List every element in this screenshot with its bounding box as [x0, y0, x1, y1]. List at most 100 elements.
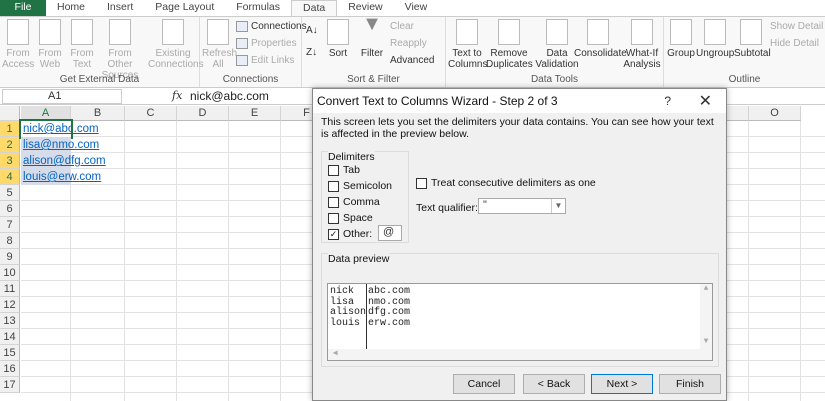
other-checkbox[interactable]: ✓ Other: — [328, 228, 372, 240]
tab-insert[interactable]: Insert — [96, 0, 144, 16]
select-all-corner[interactable] — [0, 106, 20, 121]
hide-detail-button[interactable]: Hide Detail — [770, 38, 819, 49]
row-header-2[interactable]: 2 — [0, 137, 20, 153]
row-header-15[interactable]: 15 — [0, 345, 20, 361]
row-header-13[interactable]: 13 — [0, 313, 20, 329]
cancel-button[interactable]: Cancel — [453, 374, 515, 394]
properties-icon — [236, 38, 248, 49]
from-other-sources-button[interactable]: From Other Sources — [96, 19, 144, 81]
consolidate-button[interactable]: Consolidate — [574, 19, 627, 59]
next-button[interactable]: Next > — [591, 374, 653, 394]
name-box[interactable]: A1 — [2, 89, 122, 104]
advanced-button[interactable]: Advanced — [390, 55, 434, 66]
group-label: Sort & Filter — [347, 74, 400, 85]
column-header-O[interactable]: O — [749, 106, 801, 121]
finish-button[interactable]: Finish — [659, 374, 721, 394]
row-header-12[interactable]: 12 — [0, 297, 20, 313]
row-header-11[interactable]: 11 — [0, 281, 20, 297]
cell-A3[interactable]: alison@dfg.com — [21, 153, 106, 169]
comma-checkbox[interactable]: Comma — [328, 196, 380, 208]
ungroup-button[interactable]: Ungroup — [696, 19, 734, 59]
filter-button[interactable]: ▼ Filter — [358, 14, 386, 59]
row-header-5[interactable]: 5 — [0, 185, 20, 201]
preview-column-2: abc.com nmo.com dfg.com erw.com — [368, 286, 411, 329]
column-header-B[interactable]: B — [71, 106, 125, 121]
row-header-4[interactable]: 4 — [0, 169, 20, 185]
ribbon-tabs: File Home Insert Page Layout Formulas Da… — [0, 0, 825, 16]
horizontal-scrollbar[interactable]: ◀ — [328, 349, 712, 360]
row-header-6[interactable]: 6 — [0, 201, 20, 217]
refresh-icon — [207, 19, 229, 45]
sort-a-z-button[interactable]: A↓ — [306, 25, 318, 36]
row-header-14[interactable]: 14 — [0, 329, 20, 345]
preview-cell: abc.com — [368, 286, 411, 297]
text-qualifier-select[interactable]: " ▼ — [478, 198, 566, 214]
row-header-9[interactable]: 9 — [0, 249, 20, 265]
tab-checkbox[interactable]: Tab — [328, 164, 360, 176]
cell-A1[interactable]: nick@abc.com — [19, 119, 99, 139]
fx-icon[interactable]: fx — [172, 89, 182, 102]
row-header-1[interactable]: 1 — [0, 121, 20, 137]
connections-button[interactable]: Connections — [236, 21, 307, 32]
sort-z-a-button[interactable]: Z↓ — [306, 47, 317, 58]
text-to-columns-button[interactable]: Text to Columns — [448, 19, 487, 70]
web-icon — [39, 19, 61, 45]
tab-file[interactable]: File — [0, 0, 46, 16]
what-if-icon — [631, 19, 653, 45]
row-header-16[interactable]: 16 — [0, 361, 20, 377]
group-button[interactable]: Group — [666, 19, 696, 59]
formula-input[interactable]: nick@abc.com — [190, 89, 269, 103]
close-button[interactable]: ✕ — [699, 91, 712, 111]
cell-A4[interactable]: louis@erw.com — [21, 169, 101, 185]
text-to-columns-dialog: Convert Text to Columns Wizard - Step 2 … — [312, 88, 727, 401]
space-checkbox[interactable]: Space — [328, 212, 373, 224]
other-delimiter-input[interactable]: @ — [378, 225, 402, 241]
group-sort-filter: A↓ Z↓ Sort ▼ Filter Clear Reapply Advance… — [302, 14, 446, 87]
what-if-analysis-button[interactable]: What-If Analysis — [622, 19, 662, 70]
existing-connections-button[interactable]: Existing Connections — [148, 19, 204, 70]
subtotal-button[interactable]: Subtotal — [734, 19, 771, 59]
cell-A2[interactable]: lisa@nmo.com — [21, 137, 99, 153]
help-button[interactable]: ? — [664, 94, 671, 108]
group-data-tools: Text to Columns Remove Duplicates Data V… — [446, 17, 664, 87]
column-header-E[interactable]: E — [229, 106, 281, 121]
dialog-description: This screen lets you set the delimiters … — [321, 116, 714, 140]
delimiters-label: Delimiters — [328, 151, 375, 163]
row-header-10[interactable]: 10 — [0, 265, 20, 281]
tab-view[interactable]: View — [394, 0, 439, 16]
row-header-3[interactable]: 3 — [0, 153, 20, 169]
tab-home[interactable]: Home — [46, 0, 96, 16]
edit-links-button[interactable]: Edit Links — [236, 55, 294, 66]
tab-data[interactable]: Data — [291, 0, 338, 16]
tab-page-layout[interactable]: Page Layout — [144, 0, 225, 16]
ribbon: From Access From Web From Text From Othe… — [0, 14, 825, 88]
row-header-17[interactable]: 17 — [0, 377, 20, 393]
refresh-all-button[interactable]: Refresh All — [202, 19, 237, 70]
from-access-button[interactable]: From Access — [2, 19, 34, 70]
row-header-7[interactable]: 7 — [0, 217, 20, 233]
preview-label: Data preview — [328, 253, 390, 265]
properties-button[interactable]: Properties — [236, 38, 297, 49]
consecutive-delimiters-checkbox[interactable]: Treat consecutive delimiters as one — [416, 177, 596, 189]
column-header-C[interactable]: C — [125, 106, 177, 121]
back-button[interactable]: < Back — [523, 374, 585, 394]
group-label: Data Tools — [530, 74, 579, 85]
from-web-button[interactable]: From Web — [36, 19, 64, 70]
from-text-button[interactable]: From Text — [68, 19, 96, 70]
semicolon-checkbox[interactable]: Semicolon — [328, 180, 392, 192]
tab-formulas[interactable]: Formulas — [225, 0, 291, 16]
sort-button[interactable]: Sort — [324, 19, 352, 59]
preview-cell: louis — [330, 317, 361, 329]
consolidate-icon — [587, 19, 609, 45]
group-label: Get External Data — [59, 74, 140, 85]
row-header-8[interactable]: 8 — [0, 233, 20, 249]
group-label: Connections — [222, 74, 279, 85]
remove-duplicates-button[interactable]: Remove Duplicates — [486, 19, 533, 70]
column-header-A[interactable]: A — [21, 106, 71, 121]
ungroup-icon — [704, 19, 726, 45]
data-preview[interactable]: nick lisa alison louis abc.com nmo.com dfg.co… — [327, 283, 713, 361]
reapply-button[interactable]: Reapply — [390, 38, 427, 49]
column-header-D[interactable]: D — [177, 106, 229, 121]
show-detail-button[interactable]: Show Detail — [770, 21, 823, 32]
clear-button[interactable]: Clear — [390, 21, 414, 32]
